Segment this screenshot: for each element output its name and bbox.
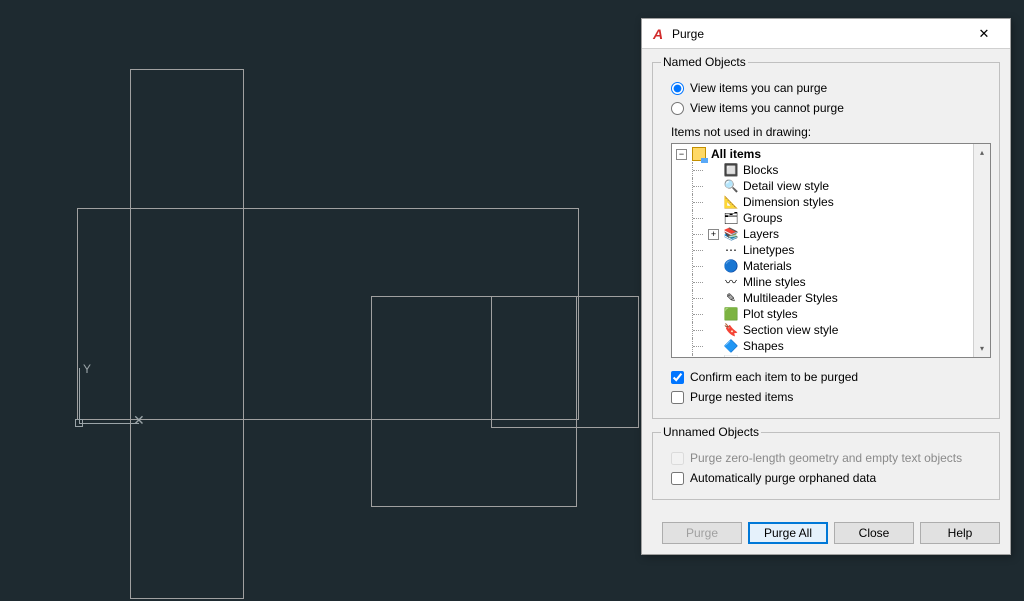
radio-cannot-purge[interactable]: View items you cannot purge xyxy=(671,99,991,117)
purge-button: Purge xyxy=(662,522,742,544)
tree-item-label[interactable]: Mline styles xyxy=(741,274,806,290)
tree-item-label[interactable]: Table styles xyxy=(741,354,806,357)
tree-item-label[interactable]: Multileader Styles xyxy=(741,290,838,306)
ucs-x-label: ✕ xyxy=(133,412,145,429)
app-icon: A xyxy=(650,26,666,42)
items-tree[interactable]: − All items 🔲Blocks🔍Detail view style📐Di… xyxy=(671,143,991,358)
close-button[interactable]: ✕ xyxy=(964,22,1004,46)
dialog-buttons: Purge Purge All Close Help xyxy=(642,516,1010,554)
all-items-icon xyxy=(691,146,707,162)
unnamed-objects-legend: Unnamed Objects xyxy=(661,425,761,439)
collapse-icon[interactable]: − xyxy=(676,149,687,160)
item-icon: 🔍 xyxy=(723,178,739,194)
tree-item-label[interactable]: Plot styles xyxy=(741,306,798,322)
orphaned-checkbox[interactable]: Automatically purge orphaned data xyxy=(671,469,991,487)
item-icon: 📊 xyxy=(723,354,739,357)
item-icon: 🔲 xyxy=(723,162,739,178)
ucs-indicator: Y ✕ xyxy=(75,368,135,428)
scroll-down-icon[interactable]: ▾ xyxy=(974,340,990,357)
tree-item-label[interactable]: Groups xyxy=(741,210,782,226)
tree-item-label[interactable]: Blocks xyxy=(741,162,778,178)
named-objects-legend: Named Objects xyxy=(661,55,748,69)
item-icon: 🔵 xyxy=(723,258,739,274)
expand-icon[interactable]: + xyxy=(708,229,719,240)
item-icon: 📐 xyxy=(723,194,739,210)
shape-rect xyxy=(491,296,639,428)
scroll-up-icon[interactable]: ▴ xyxy=(974,144,990,161)
purge-all-button[interactable]: Purge All xyxy=(748,522,828,544)
item-icon: ✎ xyxy=(723,290,739,306)
nested-checkbox[interactable]: Purge nested items xyxy=(671,388,991,406)
dialog-title: Purge xyxy=(672,27,964,41)
tree-item-label[interactable]: Linetypes xyxy=(741,242,794,258)
zero-length-checkbox: Purge zero-length geometry and empty tex… xyxy=(671,449,991,467)
item-icon: 📚 xyxy=(723,226,739,242)
items-list-label: Items not used in drawing: xyxy=(671,125,991,139)
titlebar[interactable]: A Purge ✕ xyxy=(642,19,1010,49)
help-button[interactable]: Help xyxy=(920,522,1000,544)
item-icon: 🔷 xyxy=(723,338,739,354)
tree-item-label[interactable]: Detail view style xyxy=(741,178,829,194)
item-icon: ⋯ xyxy=(723,242,739,258)
tree-item-label[interactable]: Dimension styles xyxy=(741,194,834,210)
tree-item-label[interactable]: Materials xyxy=(741,258,792,274)
item-icon: 🔖 xyxy=(723,322,739,338)
tree-root-label[interactable]: All items xyxy=(709,146,761,162)
radio-can-purge[interactable]: View items you can purge xyxy=(671,79,991,97)
tree-item-label[interactable]: Shapes xyxy=(741,338,784,354)
tree-scrollbar[interactable]: ▴ ▾ xyxy=(973,144,990,357)
tree-item-label[interactable]: Section view style xyxy=(741,322,838,338)
item-icon: 🟩 xyxy=(723,306,739,322)
item-icon: 🗂 xyxy=(723,210,739,226)
confirm-checkbox[interactable]: Confirm each item to be purged xyxy=(671,368,991,386)
unnamed-objects-group: Unnamed Objects Purge zero-length geomet… xyxy=(652,425,1000,500)
named-objects-group: Named Objects View items you can purge V… xyxy=(652,55,1000,419)
close-dialog-button[interactable]: Close xyxy=(834,522,914,544)
item-icon: 〰 xyxy=(723,274,739,290)
ucs-y-label: Y xyxy=(83,362,91,376)
tree-item-label[interactable]: Layers xyxy=(741,226,779,242)
purge-dialog: A Purge ✕ Named Objects View items you c… xyxy=(641,18,1011,555)
